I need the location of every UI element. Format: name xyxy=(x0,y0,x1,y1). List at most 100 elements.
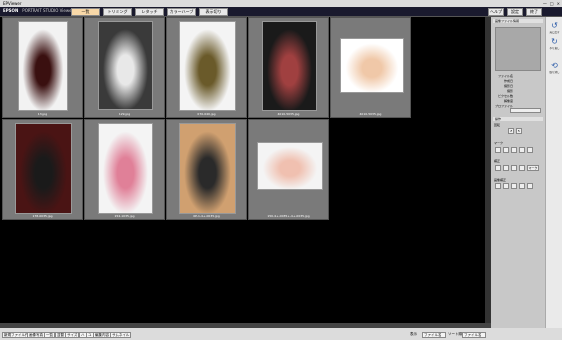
tab-display[interactable]: 表示切り xyxy=(199,8,228,16)
status-item-photo[interactable]: 画像写真 xyxy=(27,332,45,338)
mark-button-1[interactable] xyxy=(495,147,501,153)
thumbnail-3[interactable]: 070-040.jpg xyxy=(166,17,247,118)
redo-icon: ↻ xyxy=(551,37,558,46)
status-item-list[interactable]: 一覧 xyxy=(44,332,55,338)
filename-field[interactable]: ファイル名 xyxy=(422,332,446,338)
thumbnail-8[interactable]: 0P-1-4+-0035.jpg xyxy=(166,119,247,220)
info-label-filename: ファイル名 xyxy=(497,74,513,78)
photo-3 xyxy=(179,21,236,111)
info-label-pixels: ピクセル数 xyxy=(497,94,513,98)
operation-header: 操作 xyxy=(493,117,543,121)
preview-area xyxy=(495,27,541,71)
exit-button[interactable]: 終了 xyxy=(526,8,542,16)
photo-4 xyxy=(262,21,317,111)
correction-label: 補正 xyxy=(494,159,501,163)
status-display-label: 表示 xyxy=(410,332,417,336)
sort-order-field[interactable]: ファイル名 xyxy=(462,332,486,338)
correction-button-4[interactable] xyxy=(519,165,525,171)
settings-button[interactable]: 設定 xyxy=(507,8,523,16)
redo-button[interactable]: ↻ やり直し xyxy=(549,37,560,50)
undo-icon: ↺ xyxy=(551,21,558,30)
window-title: EPViewer xyxy=(3,1,22,6)
minimize-icon[interactable]: — xyxy=(543,0,547,7)
thumbnail-caption: 129.jpg xyxy=(118,112,131,116)
status-item-size[interactable]: サイズ xyxy=(65,332,80,338)
window-titlebar: EPViewer — □ × xyxy=(0,0,562,7)
photo-1 xyxy=(18,21,68,111)
correction-button-3[interactable] xyxy=(511,165,517,171)
image-correction-button-3[interactable] xyxy=(511,183,517,189)
thumbnail-caption: 150-4+-0035+-4+-0035.jpg xyxy=(267,214,310,218)
thumbnail-caption: 13.jpg xyxy=(37,112,48,116)
correction-button-1[interactable] xyxy=(495,165,501,171)
photo-9 xyxy=(257,142,323,190)
info-panel: 画像ファイル情報 ファイル名 作成日 撮影日 撮影 ピクセル数 解像度 プロファ… xyxy=(491,17,545,328)
header-right-buttons: ヘルプ 設定 終了 xyxy=(488,8,542,16)
thumbnail-caption: 070-040.jpg xyxy=(197,112,216,116)
thumbnail-7[interactable]: 154-1035.jpg xyxy=(84,119,165,220)
side-toolbar: ↺ 元に戻す ↻ やり直し ⟲ 取り消し xyxy=(545,17,562,328)
close-icon[interactable]: × xyxy=(557,0,560,7)
image-correction-button-5[interactable] xyxy=(527,183,533,189)
thumbnail-caption: 178-0035.jpg xyxy=(32,214,53,218)
mode-tabs: 一覧 トリミング レタッチ カラーハーブ 表示切り xyxy=(71,8,228,16)
rotate-left-button[interactable]: ↺ xyxy=(508,128,514,134)
thumbnail-caption: 4010-5035.jpg xyxy=(277,112,300,116)
photo-5 xyxy=(340,38,404,93)
thumbnail-4[interactable]: 4010-5035.jpg xyxy=(248,17,329,118)
file-info-header: 画像ファイル情報 xyxy=(493,19,543,23)
thumbnail-5[interactable]: 4010-5035.jpg xyxy=(330,17,411,118)
thumbnail-6[interactable]: 178-0035.jpg xyxy=(2,119,83,220)
thumbnail-caption: 0P-1-4+-0035.jpg xyxy=(193,214,220,218)
mark-text-button[interactable]: マーク xyxy=(527,165,539,171)
info-label-created: 作成日 xyxy=(503,79,513,83)
rotate-right-button[interactable]: ↻ xyxy=(516,128,522,134)
thumbnail-grid: 13.jpg 129.jpg 070-040.jpg 4010-5035.jpg… xyxy=(0,17,491,323)
maximize-icon[interactable]: □ xyxy=(550,0,554,7)
revert-button[interactable]: ⟲ 取り消し xyxy=(549,61,560,74)
image-correction-button-4[interactable] xyxy=(519,183,525,189)
main-toolbar: EPSON PORTRAIT STUDIO Viewer 一覧 トリミング レタッ… xyxy=(0,7,562,17)
correction-button-2[interactable] xyxy=(503,165,509,171)
mark-label: マーク xyxy=(494,141,504,145)
thumbnail-1[interactable]: 13.jpg xyxy=(2,17,83,118)
image-correction-label: 画像補正 xyxy=(494,178,507,182)
undo-label: 元に戻す xyxy=(549,31,560,34)
brand: EPSON PORTRAIT STUDIO Viewer xyxy=(3,8,73,13)
product-name: PORTRAIT STUDIO Viewer xyxy=(22,8,74,13)
status-bar: 新規ファイル作成 画像写真 一覧 並替 サイズ ハ ユ 編集内容 サムネイル 表… xyxy=(0,328,562,340)
thumbnail-9[interactable]: 150-4+-0035+-4+-0035.jpg xyxy=(248,119,329,220)
image-correction-button-1[interactable] xyxy=(495,183,501,189)
photo-6 xyxy=(15,123,72,214)
rotate-label: 回転 xyxy=(494,123,501,127)
status-item-edit[interactable]: 編集内容 xyxy=(93,332,111,338)
mark-button-4[interactable] xyxy=(519,147,525,153)
photo-2 xyxy=(98,21,153,110)
tab-retouch[interactable]: レタッチ xyxy=(135,8,164,16)
undo-button[interactable]: ↺ 元に戻す xyxy=(549,21,560,34)
tab-list[interactable]: 一覧 xyxy=(71,8,100,16)
info-label-shot: 撮影 xyxy=(506,89,513,93)
revert-icon: ⟲ xyxy=(551,61,558,70)
status-item-thumbnail[interactable]: サムネイル xyxy=(110,332,132,338)
mark-button-3[interactable] xyxy=(511,147,517,153)
sort-order-label: ソート順 xyxy=(448,332,462,336)
mark-button-5[interactable] xyxy=(527,147,533,153)
thumbnail-caption: 154-1035.jpg xyxy=(114,214,135,218)
tab-color[interactable]: カラーハーブ xyxy=(167,8,196,16)
image-correction-button-2[interactable] xyxy=(503,183,509,189)
info-label-shot-date: 撮影日 xyxy=(503,84,513,88)
photo-7 xyxy=(98,123,153,214)
profile-select[interactable] xyxy=(510,108,541,113)
window-controls: — □ × xyxy=(543,0,560,7)
info-label-resolution: 解像度 xyxy=(503,99,513,103)
revert-label: 取り消し xyxy=(549,71,560,74)
brand-logo: EPSON xyxy=(3,8,19,13)
redo-label: やり直し xyxy=(549,47,560,50)
thumbnail-2[interactable]: 129.jpg xyxy=(84,17,165,118)
help-button[interactable]: ヘルプ xyxy=(488,8,504,16)
tab-trimming[interactable]: トリミング xyxy=(103,8,132,16)
photo-8 xyxy=(179,123,236,214)
thumbnail-caption: 4010-5035.jpg xyxy=(359,112,382,116)
mark-button-2[interactable] xyxy=(503,147,509,153)
